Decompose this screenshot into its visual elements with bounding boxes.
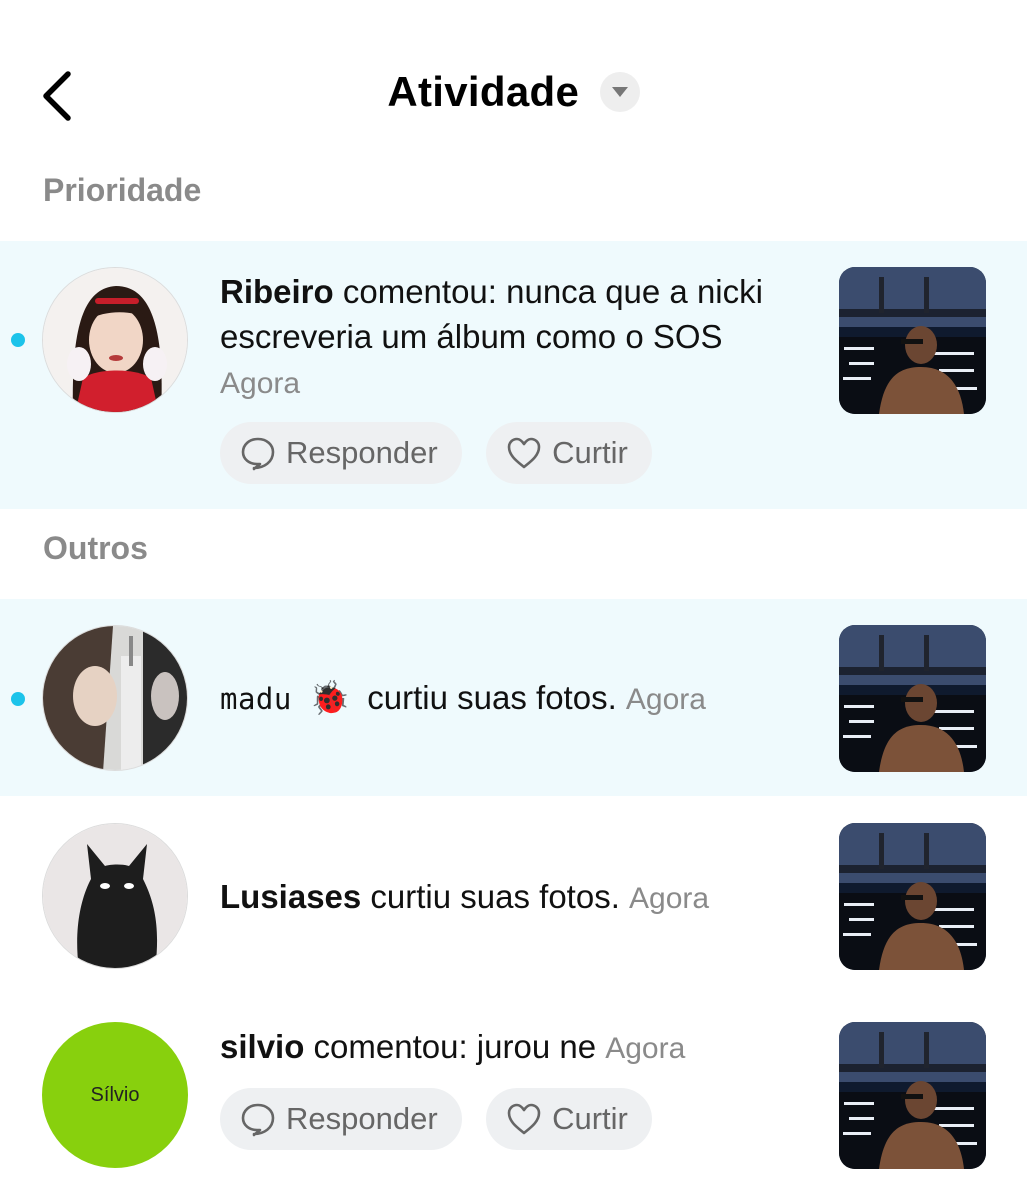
speech-bubble-icon <box>241 437 275 471</box>
avatar[interactable] <box>42 625 188 771</box>
reply-button[interactable]: Responder <box>220 1088 462 1150</box>
notification-message: curtiu suas fotos. <box>370 878 620 915</box>
page-title: Atividade <box>387 68 580 115</box>
heart-icon <box>507 1103 541 1135</box>
notification-message: curtiu suas fotos. <box>367 679 617 716</box>
notification-text: Lusiases curtiu suas fotos. Agora <box>220 874 810 921</box>
post-thumbnail[interactable] <box>839 267 986 414</box>
timestamp: Agora <box>629 882 710 915</box>
reply-label: Responder <box>286 435 438 470</box>
action-bar: Responder Curtir <box>220 422 672 484</box>
avatar-image <box>43 268 187 412</box>
reply-label: Responder <box>286 1101 438 1136</box>
notification-text: Ribeiro comentou: nunca que a nicki escr… <box>220 269 810 406</box>
thumbnail-image <box>839 1022 986 1169</box>
timestamp: Agora <box>605 1032 686 1065</box>
like-label: Curtir <box>552 435 628 470</box>
username[interactable]: Lusiases <box>220 878 361 915</box>
section-label-priority: Prioridade <box>43 172 202 208</box>
avatar-image <box>43 824 187 968</box>
post-thumbnail[interactable] <box>839 1022 986 1169</box>
thumbnail-image <box>839 267 986 414</box>
notification-text: madu 🐞 curtiu suas fotos. Agora <box>220 675 820 722</box>
avatar[interactable] <box>42 823 188 969</box>
notification-text: silvio comentou: jurou ne Agora <box>220 1024 810 1071</box>
section-label-others: Outros <box>43 530 148 566</box>
ladybug-emoji: 🐞 <box>309 679 351 716</box>
username[interactable]: madu <box>220 682 292 716</box>
post-thumbnail[interactable] <box>839 625 986 772</box>
timestamp: Agora <box>625 683 706 716</box>
post-thumbnail[interactable] <box>839 823 986 970</box>
thumbnail-image <box>839 823 986 970</box>
caret-down-icon <box>611 87 628 97</box>
avatar[interactable] <box>42 267 188 413</box>
notification-message: comentou: jurou ne <box>313 1028 597 1065</box>
timestamp: Agora <box>220 367 301 400</box>
title-area: Atividade <box>0 68 1027 116</box>
notification-row[interactable]: madu 🐞 curtiu suas fotos. Agora <box>0 599 1027 796</box>
action-bar: Responder Curtir <box>220 1088 672 1150</box>
reply-button[interactable]: Responder <box>220 422 462 484</box>
unread-dot <box>11 692 25 706</box>
filter-dropdown-button[interactable] <box>599 72 640 112</box>
like-button[interactable]: Curtir <box>486 1088 652 1150</box>
like-button[interactable]: Curtir <box>486 422 652 484</box>
username[interactable]: Ribeiro <box>220 273 334 310</box>
heart-icon <box>507 437 541 469</box>
speech-bubble-icon <box>241 1103 275 1137</box>
notification-row[interactable]: Lusiases curtiu suas fotos. Agora <box>0 796 1027 994</box>
unread-dot <box>11 333 25 347</box>
notification-row[interactable]: Sílvio silvio comentou: jurou ne Agora R… <box>0 994 1027 1200</box>
notification-row[interactable]: Ribeiro comentou: nunca que a nicki escr… <box>0 241 1027 509</box>
thumbnail-image <box>839 625 986 772</box>
like-label: Curtir <box>552 1101 628 1136</box>
avatar[interactable]: Sílvio <box>42 1022 188 1168</box>
avatar-initial-text: Sílvio <box>90 1083 140 1106</box>
avatar-image <box>43 626 187 770</box>
header: Atividade <box>0 0 1027 150</box>
username[interactable]: silvio <box>220 1028 304 1065</box>
